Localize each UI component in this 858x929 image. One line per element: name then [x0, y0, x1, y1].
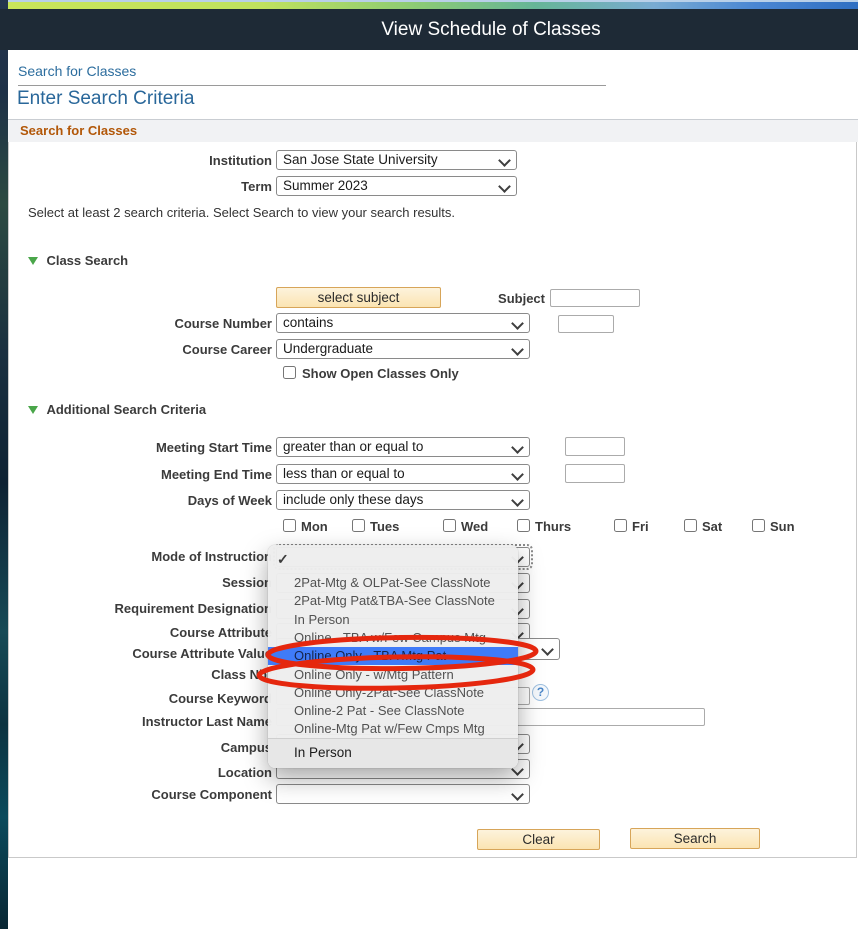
chevron-down-icon [498, 154, 511, 167]
institution-select[interactable]: San Jose State University [276, 150, 517, 170]
meeting-start-label: Meeting Start Time [8, 440, 272, 455]
additional-criteria-section-header[interactable]: Additional Search Criteria [28, 401, 206, 419]
additional-criteria-title: Additional Search Criteria [46, 402, 206, 417]
course-attribute-value-label: Course Attribute Value [8, 646, 272, 661]
course-component-select[interactable] [276, 784, 530, 804]
popup-option-in-person[interactable]: In Person [268, 739, 518, 768]
groupbox-header: Search for Classes [8, 119, 858, 142]
page: View Schedule of Classes Search for Clas… [0, 0, 858, 929]
checkbox-sun[interactable] [752, 519, 765, 532]
popup-option[interactable]: Online-Mtg Pat w/Few Cmps Mtg [268, 720, 518, 738]
checkbox-fri[interactable] [614, 519, 627, 532]
class-nbr-label: Class Nbr [8, 667, 272, 682]
popup-option[interactable]: Online Only - w/Mtg Pattern [268, 666, 518, 684]
show-open-checkbox[interactable] [283, 366, 296, 379]
top-gradient-bar [8, 2, 858, 9]
search-button[interactable]: Search [630, 828, 760, 849]
checkbox-thurs[interactable] [517, 519, 530, 532]
title-bar: View Schedule of Classes [0, 9, 858, 50]
label-sat: Sat [702, 519, 722, 534]
meeting-end-select[interactable]: less than or equal to [276, 464, 530, 484]
checkbox-sat[interactable] [684, 519, 697, 532]
term-select[interactable]: Summer 2023 [276, 176, 517, 196]
course-attribute-label: Course Attribute [8, 625, 272, 640]
background-image-strip [0, 0, 8, 929]
chevron-down-icon [511, 494, 524, 507]
show-open-label: Show Open Classes Only [302, 366, 459, 381]
course-keyword-label: Course Keyword [8, 691, 272, 706]
class-search-section-header[interactable]: Class Search [28, 252, 128, 270]
institution-value: San Jose State University [283, 151, 438, 169]
chevron-down-icon [511, 317, 524, 330]
popup-option[interactable]: 2Pat-Mtg & OLPat-See ClassNote [268, 574, 518, 592]
page-title: View Schedule of Classes [62, 9, 858, 50]
meeting-start-select[interactable]: greater than or equal to [276, 437, 530, 457]
label-tues: Tues [370, 519, 399, 534]
institution-label: Institution [8, 153, 272, 168]
collapse-triangle-icon [28, 257, 38, 265]
meeting-start-input[interactable] [565, 437, 625, 456]
course-number-label: Course Number [8, 316, 272, 331]
requirement-designation-label: Requirement Designation [8, 601, 272, 616]
course-number-input[interactable] [558, 315, 614, 333]
term-label: Term [8, 179, 272, 194]
instructor-last-name-label: Instructor Last Name [8, 714, 272, 729]
collapse-triangle-icon [28, 406, 38, 414]
popup-option[interactable]: Online Only-2Pat-See ClassNote [268, 684, 518, 702]
popup-option[interactable]: 2Pat-Mtg Pat&TBA-See ClassNote [268, 592, 518, 610]
label-mon: Mon [301, 519, 328, 534]
days-of-week-label: Days of Week [8, 493, 272, 508]
course-number-value: contains [283, 314, 333, 332]
course-career-select[interactable]: Undergraduate [276, 339, 530, 359]
meeting-end-label: Meeting End Time [8, 467, 272, 482]
subject-input[interactable] [550, 289, 640, 307]
popup-option[interactable]: In Person [268, 611, 518, 629]
groupbox-title: Search for Classes [20, 123, 137, 138]
popup-option[interactable]: Online-2 Pat - See ClassNote [268, 702, 518, 720]
campus-label: Campus [8, 740, 272, 755]
divider [18, 85, 606, 86]
chevron-down-icon [541, 643, 554, 656]
popup-option-highlighted[interactable]: Online Only - TBA Mtg Pat [268, 647, 518, 665]
days-of-week-select[interactable]: include only these days [276, 490, 530, 510]
session-label: Session [8, 575, 272, 590]
help-icon[interactable]: ? [532, 684, 549, 701]
days-of-week-value: include only these days [283, 491, 423, 509]
class-search-title: Class Search [46, 253, 128, 268]
page-heading: Enter Search Criteria [17, 88, 194, 110]
chevron-down-icon [511, 343, 524, 356]
breadcrumb-search-for-classes[interactable]: Search for Classes [18, 63, 136, 79]
term-value: Summer 2023 [283, 177, 368, 195]
course-component-label: Course Component [8, 787, 272, 802]
mode-of-instruction-popup: ✓ 2Pat-Mtg & OLPat-See ClassNote 2Pat-Mt… [268, 545, 518, 768]
location-label: Location [8, 765, 272, 780]
label-wed: Wed [461, 519, 488, 534]
meeting-end-input[interactable] [565, 464, 625, 483]
popup-option[interactable]: Online - TBA w/Few Campus Mtg [268, 629, 518, 647]
course-number-select[interactable]: contains [276, 313, 530, 333]
checkbox-wed[interactable] [443, 519, 456, 532]
label-sun: Sun [770, 519, 795, 534]
clear-button[interactable]: Clear [477, 829, 600, 850]
course-career-value: Undergraduate [283, 340, 373, 358]
chevron-down-icon [511, 788, 524, 801]
chevron-down-icon [511, 468, 524, 481]
criteria-note: Select at least 2 search criteria. Selec… [28, 205, 455, 220]
mode-of-instruction-label: Mode of Instruction [8, 549, 272, 564]
checkbox-mon[interactable] [283, 519, 296, 532]
chevron-down-icon [511, 441, 524, 454]
chevron-down-icon [498, 180, 511, 193]
checkmark-icon: ✓ [277, 551, 289, 568]
meeting-start-value: greater than or equal to [283, 438, 423, 456]
course-career-label: Course Career [8, 342, 272, 357]
subject-label: Subject [305, 291, 545, 306]
checkbox-tues[interactable] [352, 519, 365, 532]
meeting-end-value: less than or equal to [283, 465, 405, 483]
label-fri: Fri [632, 519, 649, 534]
label-thurs: Thurs [535, 519, 571, 534]
